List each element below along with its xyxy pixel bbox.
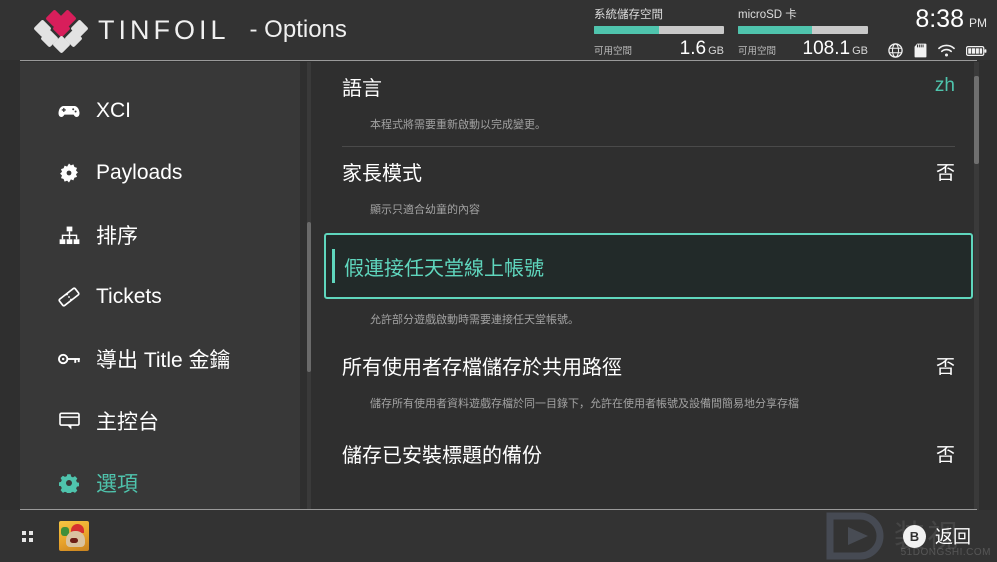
sidebar-item-label: 主控台 (96, 411, 159, 434)
option-description: 允許部分遊戲啟動時需要連接任天堂帳號。 (370, 314, 579, 326)
selection-caret-icon (332, 249, 335, 283)
system-storage-bar (594, 26, 724, 34)
sidebar-item-label: 導出 Title 金鑰 (96, 349, 231, 372)
option-row-fake-nintendo-online[interactable]: 假連接任天堂線上帳號 (324, 233, 973, 299)
system-storage-free-label: 可用空間 (594, 46, 633, 57)
option-row-parental-mode[interactable]: 家長模式 否 顯示只適合幼童的內容 (320, 147, 977, 217)
option-description: 顯示只適合幼童的內容 (370, 204, 480, 216)
burst-gear-icon (56, 163, 82, 183)
option-row-language[interactable]: 語言 zh 本程式將需要重新啟動以完成變更。 (320, 62, 977, 132)
microsd-storage-widget: microSD 卡 可用空間 108.1 GB (738, 6, 868, 60)
option-row-save-installed-backups[interactable]: 儲存已安裝標題的備份 否 (320, 429, 977, 477)
sidebar-item-label: 選項 (96, 473, 138, 496)
header-divider (20, 60, 977, 61)
sidebar-item-sort[interactable]: 排序 (20, 204, 300, 266)
battery-icon (966, 45, 987, 57)
option-value: 否 (935, 162, 955, 184)
system-storage-label: 系統儲存空間 (594, 9, 663, 21)
option-value: 否 (935, 356, 955, 378)
clock: 8:38 PM (915, 6, 987, 36)
microsd-free-value: 108.1 (802, 38, 851, 59)
globe-icon (888, 43, 903, 58)
option-description: 儲存所有使用者資料遊戲存檔於同一目錄下，允許在使用者帳號及設備間簡易地分享存檔 (370, 398, 799, 410)
console-icon (56, 412, 82, 431)
game-thumbnail-icon[interactable] (59, 521, 89, 551)
ticket-icon (56, 287, 82, 307)
sidebar-item-tickets[interactable]: Tickets (20, 266, 300, 328)
option-title: 家長模式 (342, 162, 422, 185)
sitemap-icon (56, 226, 82, 245)
clock-ampm: PM (969, 16, 987, 30)
wifi-icon (938, 44, 955, 58)
option-value: zh (934, 75, 955, 96)
system-storage-bar-fill (594, 26, 659, 34)
sidebar-item-label: Tickets (96, 285, 162, 308)
tinfoil-options-screen: TINFOIL - Options 系統儲存空間 可用空間 1.6 GB micr… (0, 0, 997, 562)
sidebar-item-export-title-keys[interactable]: 導出 Title 金鑰 (20, 328, 300, 390)
microsd-storage-label: microSD 卡 (738, 9, 797, 21)
sidebar-item-payloads[interactable]: Payloads (20, 142, 300, 204)
option-description: 本程式將需要重新啟動以完成變更。 (370, 119, 546, 131)
microsd-free-label: 可用空間 (738, 46, 777, 57)
option-title: 語言 (342, 77, 382, 100)
options-scrollbar-thumb[interactable] (974, 76, 979, 164)
footer-actions: B 返回 (903, 510, 971, 562)
option-title: 儲存已安裝標題的備份 (342, 444, 542, 467)
sidebar-item-options[interactable]: 選項 (20, 452, 300, 514)
options-scrollbar[interactable] (974, 62, 979, 510)
option-value: 否 (935, 444, 955, 466)
sd-card-icon (914, 43, 927, 58)
tinfoil-diamond-logo-icon (33, 8, 89, 54)
gamepad-icon (56, 104, 82, 119)
brand-name: TINFOIL (98, 14, 230, 45)
sidebar-item-console[interactable]: 主控台 (20, 390, 300, 452)
option-title: 所有使用者存檔儲存於共用路徑 (342, 356, 622, 379)
microsd-free-unit: GB (852, 45, 868, 57)
back-button-key[interactable]: B (903, 524, 926, 548)
app-header: TINFOIL - Options 系統儲存空間 可用空間 1.6 GB micr… (0, 0, 997, 60)
page-title: - Options (249, 16, 347, 43)
sidebar-scrollbar-thumb[interactable] (307, 222, 311, 372)
option-title: 假連接任天堂線上帳號 (344, 257, 544, 280)
system-storage-free-value: 1.6 (679, 38, 707, 59)
clock-time: 8:38 (915, 5, 964, 33)
system-storage-free-unit: GB (708, 45, 724, 57)
back-button-label[interactable]: 返回 (935, 523, 971, 549)
sidebar-item-label: 排序 (96, 225, 138, 248)
microsd-storage-bar-fill (738, 26, 813, 34)
sidebar-item-label: XCI (96, 99, 132, 122)
sidebar: XCI Payloads 排序 Tickets 導出 Title 金鑰 主控台 … (20, 62, 300, 510)
sidebar-item-xci[interactable]: XCI (20, 80, 300, 142)
option-row-shared-save-path[interactable]: 所有使用者存檔儲存於共用路徑 否 儲存所有使用者資料遊戲存檔於同一目錄下，允許在… (320, 341, 977, 411)
status-cluster: 系統儲存空間 可用空間 1.6 GB microSD 卡 可用空間 108.1 … (594, 6, 987, 60)
app-footer: B 返回 (0, 510, 997, 562)
sidebar-item-label: Payloads (96, 161, 183, 184)
microsd-storage-bar (738, 26, 868, 34)
clock-widget: 8:38 PM (888, 6, 987, 58)
system-storage-widget: 系統儲存空間 可用空間 1.6 GB (594, 6, 724, 60)
options-list: 語言 zh 本程式將需要重新啟動以完成變更。 家長模式 否 顯示只適合幼童的內容… (320, 62, 977, 510)
gear-icon (56, 473, 82, 493)
grid-apps-icon[interactable] (22, 530, 33, 542)
sidebar-scrollbar[interactable] (307, 62, 311, 510)
option-row-fake-nintendo-online-desc: 允許部分遊戲啟動時需要連接任天堂帳號。 (320, 299, 977, 327)
key-icon (56, 352, 82, 366)
brand: TINFOIL - Options (33, 8, 347, 54)
system-tray (888, 43, 987, 58)
